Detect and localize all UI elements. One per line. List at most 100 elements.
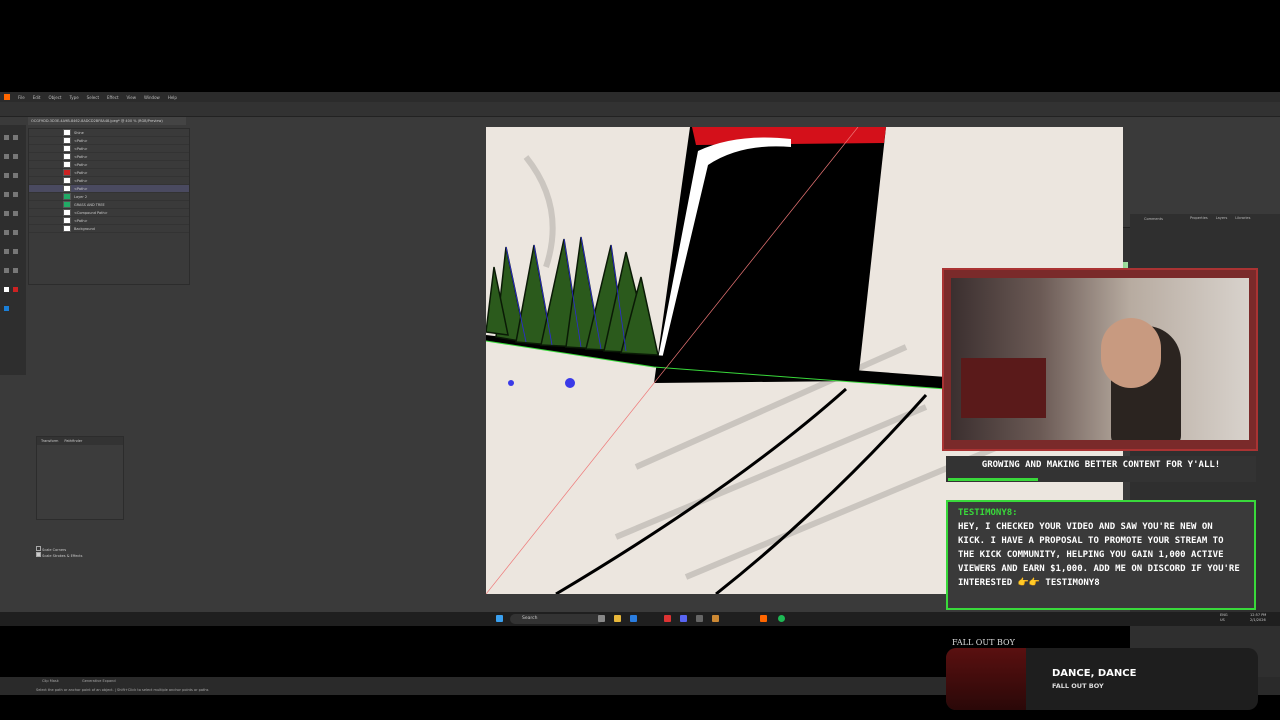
hand-tool-icon[interactable] — [4, 268, 9, 273]
scale-options: Scale Corners Scale Strokes & Effects — [36, 546, 122, 560]
eyedropper-tool-icon[interactable] — [13, 249, 18, 254]
clock-time[interactable]: 12:57 PM — [1250, 613, 1266, 617]
control-bar — [0, 102, 1280, 117]
transform-panel: Transform Pathfinder — [36, 436, 124, 520]
selection-tool-icon[interactable] — [4, 135, 9, 140]
album-art — [946, 648, 1026, 710]
chrome-icon[interactable] — [712, 615, 719, 622]
streamer-head — [1101, 318, 1161, 388]
layer-row[interactable]: <Compound Path> — [29, 209, 189, 217]
browser-icon[interactable] — [630, 615, 637, 622]
menu-type[interactable]: Type — [69, 95, 78, 100]
layer-row[interactable]: <Path> — [29, 153, 189, 161]
stroke-color-icon[interactable] — [13, 287, 18, 292]
layer-row[interactable]: <Path> — [29, 137, 189, 145]
layer-row[interactable]: <Path> — [29, 145, 189, 153]
menu-bar: File Edit Object Type Select Effect View… — [0, 92, 1280, 102]
menu-file[interactable]: File — [18, 95, 25, 100]
ai-logo-icon — [4, 94, 10, 100]
layer-row[interactable]: <Path> — [29, 177, 189, 185]
pasteboard[interactable] — [195, 127, 485, 595]
spotify-icon[interactable] — [778, 615, 785, 622]
menu-effect[interactable]: Effect — [107, 95, 119, 100]
document-tab[interactable]: OCGF9DD-3D3E-4A9B-8462-8ADCD2BF8A48.jpeg… — [28, 117, 186, 125]
rotate-tool-icon[interactable] — [13, 211, 18, 216]
chat-username: TESTIMONY8: — [958, 508, 1018, 518]
tools-panel — [0, 125, 26, 375]
pencil-tool-icon[interactable] — [13, 192, 18, 197]
line-tool-icon[interactable] — [4, 173, 9, 178]
taskbar-search[interactable]: Search — [510, 614, 602, 624]
shape-builder-tool-icon[interactable] — [4, 249, 9, 254]
search-label: Search — [522, 616, 538, 621]
discord-icon[interactable] — [680, 615, 687, 622]
menu-view[interactable]: View — [127, 95, 137, 100]
menu-object[interactable]: Object — [48, 95, 61, 100]
clip-mask-button[interactable]: Clip Mask — [42, 679, 59, 683]
brush-tool-icon[interactable] — [4, 192, 9, 197]
layer-row[interactable]: GRASS AND TREE — [29, 201, 189, 209]
now-playing-widget: DANCE, DANCE FALL OUT BOY — [946, 648, 1258, 710]
song-artist: FALL OUT BOY — [1052, 682, 1104, 690]
zoom-tool-icon[interactable] — [13, 268, 18, 273]
pen-tool-icon[interactable] — [4, 154, 9, 159]
scale-tool-icon[interactable] — [4, 230, 9, 235]
pc-case — [961, 358, 1046, 418]
black-shape — [654, 127, 886, 383]
direct-selection-tool-icon[interactable] — [13, 135, 18, 140]
anchor-point — [565, 378, 575, 388]
windows-start-icon[interactable] — [496, 615, 503, 622]
generative-expand-button[interactable]: Generative Expand — [82, 679, 116, 683]
now-playing-label: FALL OUT BOY — [952, 638, 1015, 647]
layer-row[interactable]: Background — [29, 225, 189, 233]
file-explorer-icon[interactable] — [614, 615, 621, 622]
clock-date[interactable]: 2/1/2026 — [1250, 618, 1266, 622]
tab-transform[interactable]: Transform — [41, 437, 58, 445]
width-tool-icon[interactable] — [13, 230, 18, 235]
layer-row[interactable]: <Path> — [29, 169, 189, 177]
menu-select[interactable]: Select — [87, 95, 99, 100]
scale-strokes-checkbox[interactable] — [36, 552, 41, 557]
region-indicator: US — [1220, 618, 1225, 622]
layer-row[interactable]: <Path> — [29, 185, 189, 193]
illustrator-icon[interactable] — [760, 615, 767, 622]
layer-row[interactable]: Layer 2 — [29, 193, 189, 201]
layers-panel: Shine <Path> <Path> <Path> <Path> <Path>… — [28, 128, 190, 285]
curve-line — [555, 387, 847, 594]
windows-taskbar: Search ENG US 12:57 PM 2/1/2026 — [0, 612, 1280, 626]
app-icon[interactable] — [664, 615, 671, 622]
chat-message-box: TESTIMONY8: HEY, I CHECKED YOUR VIDEO AN… — [946, 500, 1256, 610]
task-view-icon[interactable] — [598, 615, 605, 622]
tab-properties[interactable]: Properties — [1190, 216, 1208, 220]
menu-edit[interactable]: Edit — [33, 95, 41, 100]
language-indicator[interactable]: ENG — [1220, 613, 1228, 617]
song-title: DANCE, DANCE — [1052, 668, 1137, 679]
eraser-tool-icon[interactable] — [4, 211, 9, 216]
tab-libraries[interactable]: Libraries — [1235, 216, 1250, 220]
scale-corners-checkbox[interactable] — [36, 546, 41, 551]
scale-strokes-label: Scale Strokes & Effects — [42, 554, 83, 558]
rectangle-tool-icon[interactable] — [13, 173, 18, 178]
tab-layers[interactable]: Layers — [1216, 216, 1228, 220]
menu-window[interactable]: Window — [144, 95, 160, 100]
chat-text: HEY, I CHECKED YOUR VIDEO AND SAW YOU'RE… — [958, 522, 1240, 588]
menu-help[interactable]: Help — [168, 95, 177, 100]
curve-line — [715, 394, 928, 594]
comments-tab[interactable]: Comments — [1144, 217, 1163, 221]
layer-row[interactable]: Shine — [29, 129, 189, 137]
app-icon[interactable] — [696, 615, 703, 622]
ticker-progress — [948, 478, 1038, 481]
grass-group — [486, 236, 659, 356]
tab-pathfinder[interactable]: Pathfinder — [64, 437, 82, 445]
fill-color-icon[interactable] — [4, 287, 9, 292]
webcam-feed — [951, 278, 1249, 440]
webcam-frame — [942, 268, 1258, 451]
status-text: Select the path or anchor point of an ob… — [36, 688, 209, 692]
draw-mode-icon[interactable] — [4, 306, 9, 311]
layer-row[interactable]: <Path> — [29, 161, 189, 169]
layer-row[interactable]: <Path> — [29, 217, 189, 225]
stream-ticker: GROWING AND MAKING BETTER CONTENT FOR Y'… — [946, 456, 1256, 482]
type-tool-icon[interactable] — [13, 154, 18, 159]
anchor-point — [508, 380, 514, 386]
ticker-text: GROWING AND MAKING BETTER CONTENT FOR Y'… — [981, 460, 1221, 470]
